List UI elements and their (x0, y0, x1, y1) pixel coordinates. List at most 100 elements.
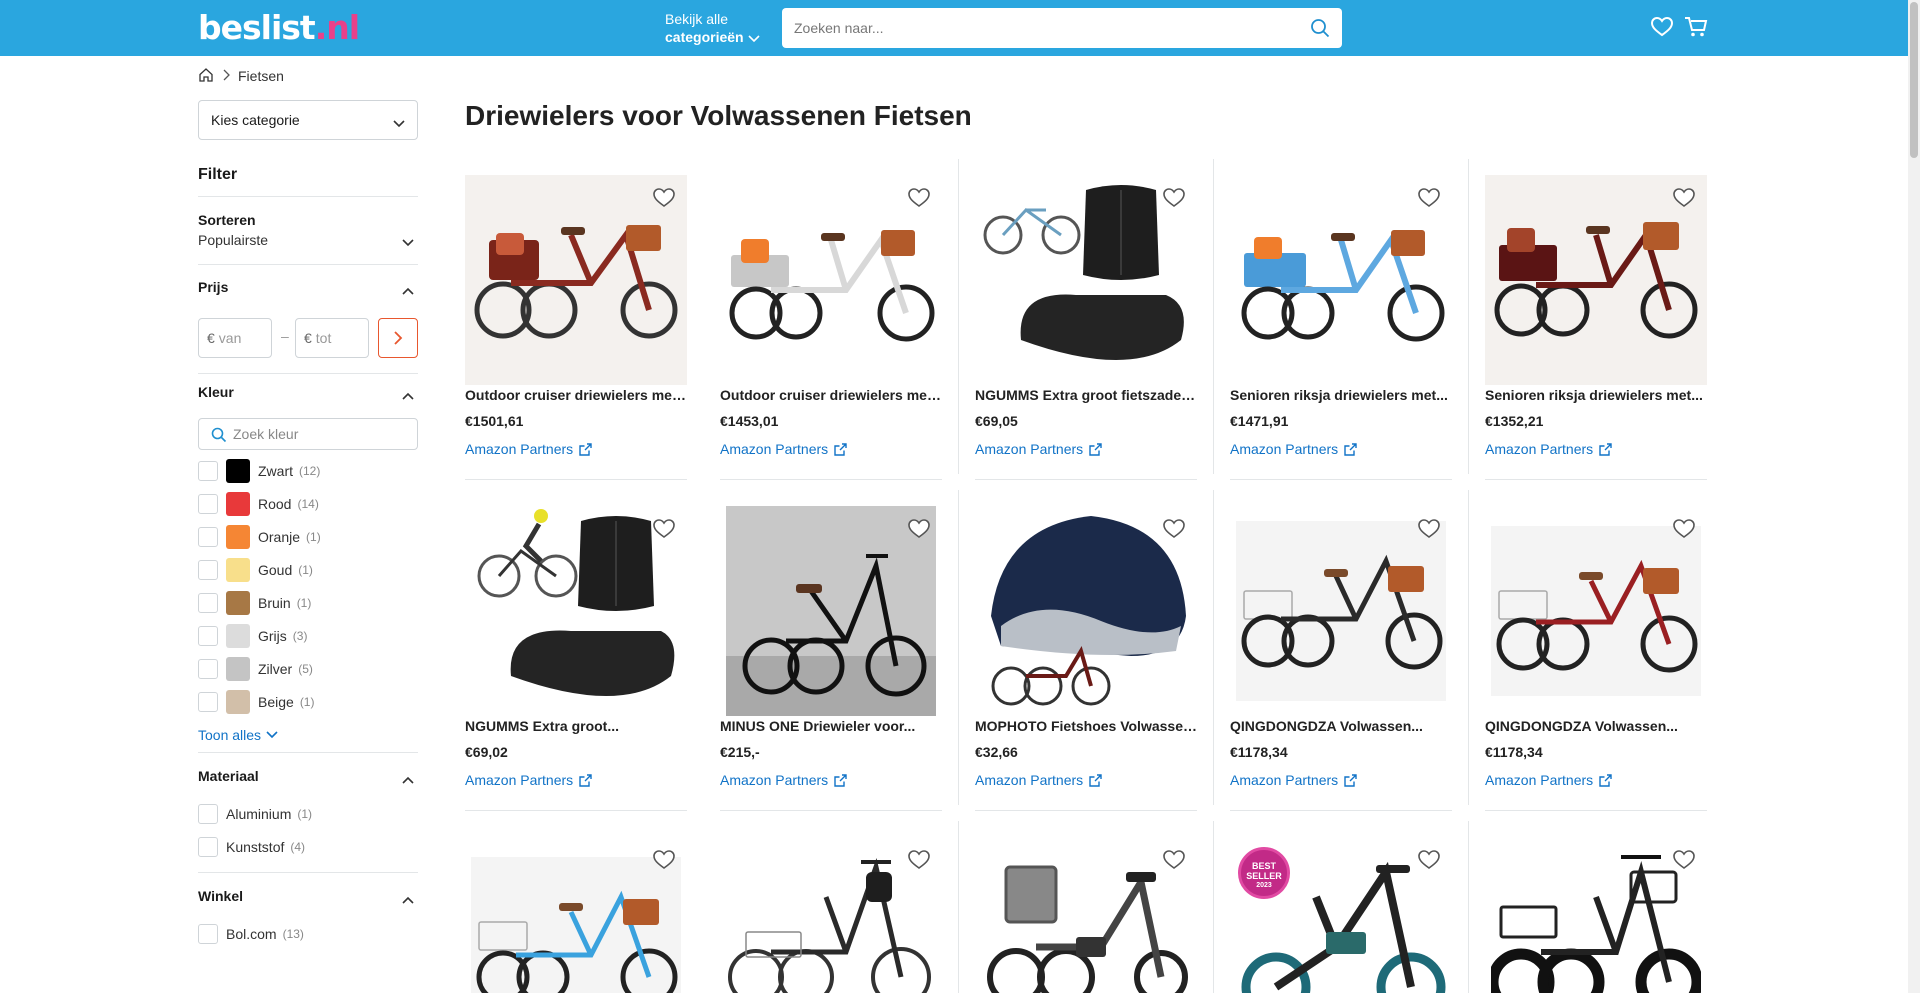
product-card[interactable]: NGUMMS Extra groot... €69,02 Amazon Part… (465, 490, 687, 811)
product-card[interactable]: Outdoor cruiser driewielers met... €1453… (720, 159, 942, 480)
material-option[interactable]: Kunststof (4) (198, 835, 305, 859)
favorite-heart-icon[interactable] (1418, 519, 1440, 544)
product-title[interactable]: QINGDONGDZA Volwassen... (1485, 718, 1707, 734)
price-to-field[interactable]: € tot (295, 318, 369, 358)
wishlist-heart-icon[interactable] (1650, 16, 1674, 42)
product-card[interactable]: MOPHOTO Fietshoes Volwassen... €32,66 Am… (975, 490, 1197, 811)
product-title[interactable]: QINGDONGDZA Volwassen... (1230, 718, 1452, 734)
product-card[interactable]: NGUMMS Extra groot fietszadel l... €69,0… (975, 159, 1197, 480)
shop-link[interactable]: Amazon Partners (465, 772, 592, 788)
product-image[interactable] (1230, 175, 1452, 385)
product-card[interactable]: Senioren riksja driewielers met... €1471… (1230, 159, 1452, 480)
all-categories-button[interactable]: Bekijk alle categorieën (665, 10, 760, 47)
logo[interactable]: beslist.nl (198, 8, 360, 47)
favorite-heart-icon[interactable] (1418, 850, 1440, 875)
favorite-heart-icon[interactable] (1673, 850, 1695, 875)
price-apply-button[interactable] (378, 318, 418, 358)
home-icon[interactable] (198, 67, 214, 86)
color-option[interactable]: Bruin (1) (198, 591, 311, 615)
product-title[interactable]: Senioren riksja driewielers met... (1485, 387, 1707, 403)
product-title[interactable]: Outdoor cruiser driewielers met... (465, 387, 687, 403)
page-scrollbar[interactable] (1908, 0, 1920, 993)
cart-icon[interactable] (1684, 16, 1708, 43)
favorite-heart-icon[interactable] (1418, 188, 1440, 213)
product-image[interactable] (975, 175, 1197, 385)
product-image[interactable] (720, 506, 942, 716)
favorite-heart-icon[interactable] (1163, 519, 1185, 544)
product-card[interactable]: MINUS ONE Driewieler voor... €215,- Amaz… (720, 490, 942, 811)
search-input[interactable] (794, 8, 1284, 48)
favorite-heart-icon[interactable] (653, 850, 675, 875)
product-image[interactable] (720, 837, 942, 993)
shop-link[interactable]: Amazon Partners (1230, 441, 1357, 457)
shop-link[interactable]: Amazon Partners (1485, 772, 1612, 788)
checkbox[interactable] (198, 692, 218, 712)
color-search-input[interactable] (233, 419, 413, 449)
shop-link[interactable]: Amazon Partners (720, 772, 847, 788)
product-card[interactable] (1485, 821, 1707, 993)
product-title[interactable]: NGUMMS Extra groot fietszadel l... (975, 387, 1197, 403)
favorite-heart-icon[interactable] (908, 850, 930, 875)
show-all-colors-link[interactable]: Toon alles (198, 727, 278, 743)
checkbox[interactable] (198, 626, 218, 646)
product-card[interactable]: Outdoor cruiser driewielers met... €1501… (465, 159, 687, 480)
checkbox[interactable] (198, 593, 218, 613)
breadcrumb-current[interactable]: Fietsen (238, 68, 284, 84)
product-image[interactable] (1485, 506, 1707, 716)
color-option[interactable]: Zwart (12) (198, 459, 320, 483)
checkbox[interactable] (198, 527, 218, 547)
product-title[interactable]: Outdoor cruiser driewielers met... (720, 387, 942, 403)
product-card[interactable]: QINGDONGDZA Volwassen... €1178,34 Amazon… (1485, 490, 1707, 811)
product-image[interactable] (720, 175, 942, 385)
shop-link[interactable]: Amazon Partners (975, 441, 1102, 457)
product-card[interactable]: QINGDONGDZA Volwassen... €1178,34 Amazon… (1230, 490, 1452, 811)
scrollbar-thumb[interactable] (1910, 2, 1918, 158)
chevron-up-icon[interactable] (402, 771, 414, 789)
product-image[interactable] (465, 837, 687, 993)
product-card[interactable]: Senioren riksja driewielers met... €1352… (1485, 159, 1707, 480)
search-icon[interactable] (1310, 18, 1330, 43)
product-title[interactable]: Senioren riksja driewielers met... (1230, 387, 1452, 403)
shop-link[interactable]: Amazon Partners (1485, 441, 1612, 457)
color-option[interactable]: Zilver (5) (198, 657, 313, 681)
color-option[interactable]: Goud (1) (198, 558, 313, 582)
chevron-down-icon[interactable] (402, 234, 414, 252)
color-option[interactable]: Grijs (3) (198, 624, 307, 648)
shop-option[interactable]: Bol.com (13) (198, 922, 304, 946)
product-title[interactable]: NGUMMS Extra groot... (465, 718, 687, 734)
shop-link[interactable]: Amazon Partners (975, 772, 1102, 788)
shop-link[interactable]: Amazon Partners (720, 441, 847, 457)
checkbox[interactable] (198, 659, 218, 679)
favorite-heart-icon[interactable] (1163, 188, 1185, 213)
color-option[interactable]: Oranje (1) (198, 525, 321, 549)
favorite-heart-icon[interactable] (1163, 850, 1185, 875)
favorite-heart-icon[interactable] (653, 188, 675, 213)
material-option[interactable]: Aluminium (1) (198, 802, 312, 826)
favorite-heart-icon[interactable] (1673, 188, 1695, 213)
checkbox[interactable] (198, 924, 218, 944)
color-option[interactable]: Beige (1) (198, 690, 314, 714)
product-title[interactable]: MOPHOTO Fietshoes Volwassen... (975, 718, 1197, 734)
product-image[interactable] (465, 175, 687, 385)
chevron-up-icon[interactable] (402, 282, 414, 300)
price-from-field[interactable]: € van (198, 318, 272, 358)
checkbox[interactable] (198, 804, 218, 824)
product-card[interactable] (720, 821, 942, 993)
product-title[interactable]: MINUS ONE Driewieler voor... (720, 718, 942, 734)
shop-link[interactable]: Amazon Partners (1230, 772, 1357, 788)
checkbox[interactable] (198, 461, 218, 481)
product-card[interactable] (465, 821, 687, 993)
product-image[interactable] (465, 506, 687, 716)
favorite-heart-icon[interactable] (908, 519, 930, 544)
product-image[interactable] (975, 837, 1197, 993)
sort-value[interactable]: Populairste (198, 232, 268, 248)
favorite-heart-icon[interactable] (908, 188, 930, 213)
checkbox[interactable] (198, 560, 218, 580)
product-image[interactable] (1485, 837, 1707, 993)
color-option[interactable]: Rood (14) (198, 492, 319, 516)
chevron-up-icon[interactable] (402, 387, 414, 405)
favorite-heart-icon[interactable] (1673, 519, 1695, 544)
product-image[interactable] (1230, 506, 1452, 716)
product-image[interactable] (1485, 175, 1707, 385)
product-card[interactable]: BEST SELLER 2023 (1230, 821, 1452, 993)
